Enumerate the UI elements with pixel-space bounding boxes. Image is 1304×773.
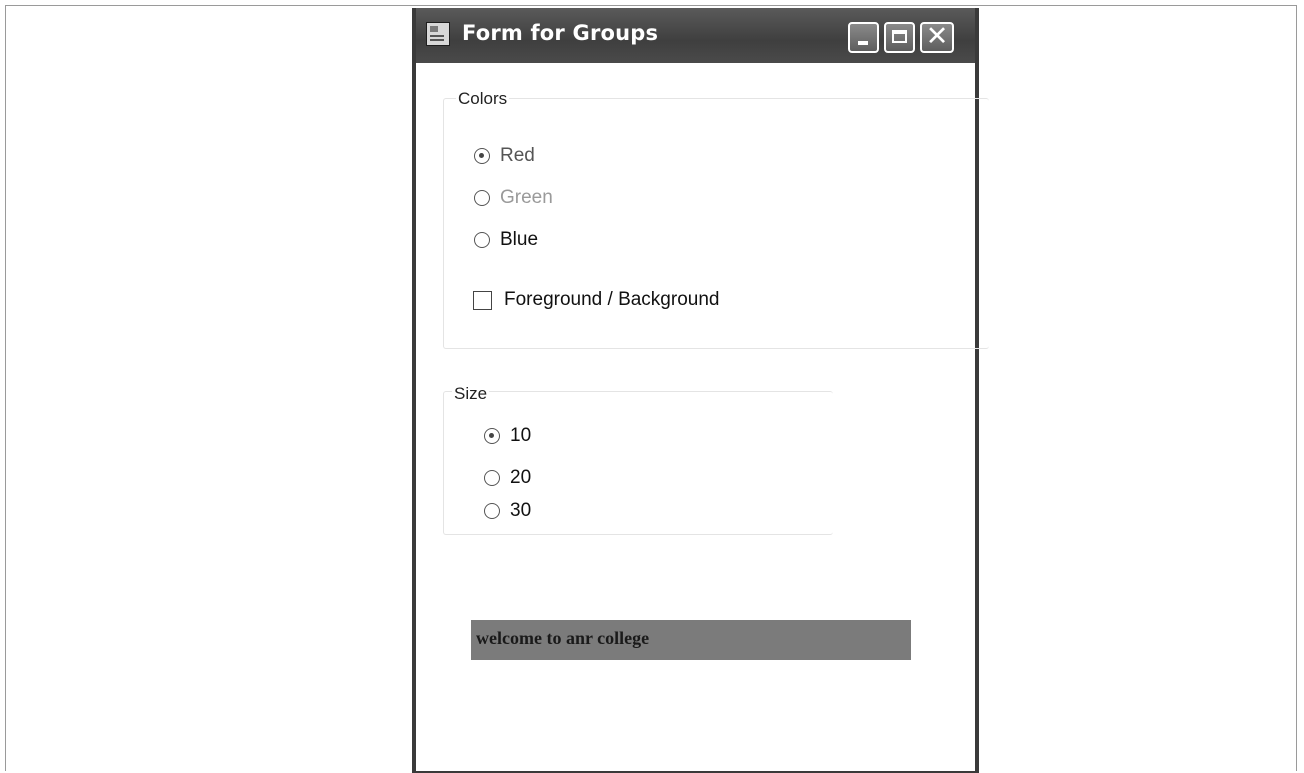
colors-group-label: Colors bbox=[456, 89, 510, 109]
radio-size-30[interactable]: 30 bbox=[484, 500, 531, 522]
size-group-label: Size bbox=[452, 384, 490, 404]
radio-size-10-label: 10 bbox=[510, 425, 532, 446]
close-icon: ✕ bbox=[925, 21, 949, 52]
close-button[interactable]: ✕ bbox=[920, 21, 954, 53]
radio-green[interactable]: Green bbox=[474, 187, 553, 209]
radio-size-10[interactable]: 10 bbox=[484, 425, 531, 447]
radio-size-20[interactable]: 20 bbox=[484, 467, 531, 489]
radio-size-30-indicator[interactable] bbox=[484, 503, 500, 519]
radio-red-indicator[interactable] bbox=[474, 148, 490, 164]
checkbox-box[interactable] bbox=[473, 290, 492, 310]
radio-green-label: Green bbox=[500, 187, 553, 208]
radio-green-indicator[interactable] bbox=[474, 190, 490, 206]
title-bar[interactable]: Form for Groups ✕ bbox=[416, 8, 975, 63]
minimize-button[interactable] bbox=[848, 22, 879, 53]
colors-groupbox: Colors Red Green Blue Foreground / Backg… bbox=[443, 89, 989, 349]
radio-blue[interactable]: Blue bbox=[474, 229, 538, 251]
window-title: Form for Groups bbox=[462, 21, 659, 45]
checkbox-label: Foreground / Background bbox=[504, 289, 720, 310]
maximize-button[interactable] bbox=[884, 22, 915, 53]
radio-red-label: Red bbox=[500, 145, 535, 166]
radio-size-20-label: 20 bbox=[510, 467, 532, 488]
foreground-background-checkbox[interactable]: Foreground / Background bbox=[473, 289, 719, 311]
radio-blue-label: Blue bbox=[500, 229, 539, 250]
radio-size-20-indicator[interactable] bbox=[484, 470, 500, 486]
radio-size-10-indicator[interactable] bbox=[484, 428, 500, 444]
form-app-icon[interactable] bbox=[426, 22, 450, 46]
form-window: Form for Groups ✕ Colors Red Green Blue … bbox=[412, 8, 989, 773]
radio-size-30-label: 30 bbox=[510, 500, 532, 521]
radio-blue-indicator[interactable] bbox=[474, 232, 490, 248]
welcome-label: welcome to anr college bbox=[471, 620, 911, 660]
radio-red[interactable]: Red bbox=[474, 145, 535, 167]
size-groupbox: Size 10 20 30 bbox=[443, 384, 833, 535]
